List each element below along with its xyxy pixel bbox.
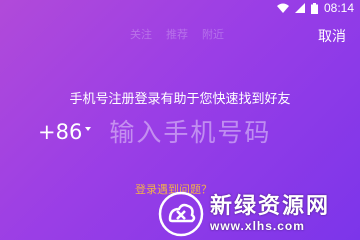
phone-input-row: +86 — [38, 112, 332, 152]
wifi-icon — [276, 3, 289, 13]
tab-nearby[interactable]: 附近 — [202, 26, 224, 42]
battery-icon — [310, 2, 318, 14]
country-code-selector[interactable]: +86 — [38, 120, 92, 144]
login-hint: 手机号注册登录有助于您快速找到好友 — [69, 92, 291, 107]
tab-follow[interactable]: 关注 — [130, 26, 152, 42]
watermark-title: 新绿资源网 — [210, 194, 331, 219]
tab-bar: 关注 推荐 附近 — [130, 26, 224, 42]
watermark-text: 新绿资源网 www.xlhs.com — [210, 194, 331, 234]
caret-down-icon — [85, 127, 92, 131]
cancel-button[interactable]: 取消 — [318, 26, 346, 46]
status-time: 08:14 — [323, 1, 354, 15]
country-code-label: +86 — [38, 120, 83, 144]
watermark-logo-icon — [158, 191, 204, 237]
watermark-url: www.xlhs.com — [210, 219, 305, 233]
signal-icon — [294, 3, 305, 13]
phone-number-input[interactable] — [107, 114, 332, 150]
status-bar: 08:14 — [0, 0, 360, 16]
watermark: 新绿资源网 www.xlhs.com — [158, 188, 360, 240]
tab-recommend[interactable]: 推荐 — [166, 26, 188, 42]
